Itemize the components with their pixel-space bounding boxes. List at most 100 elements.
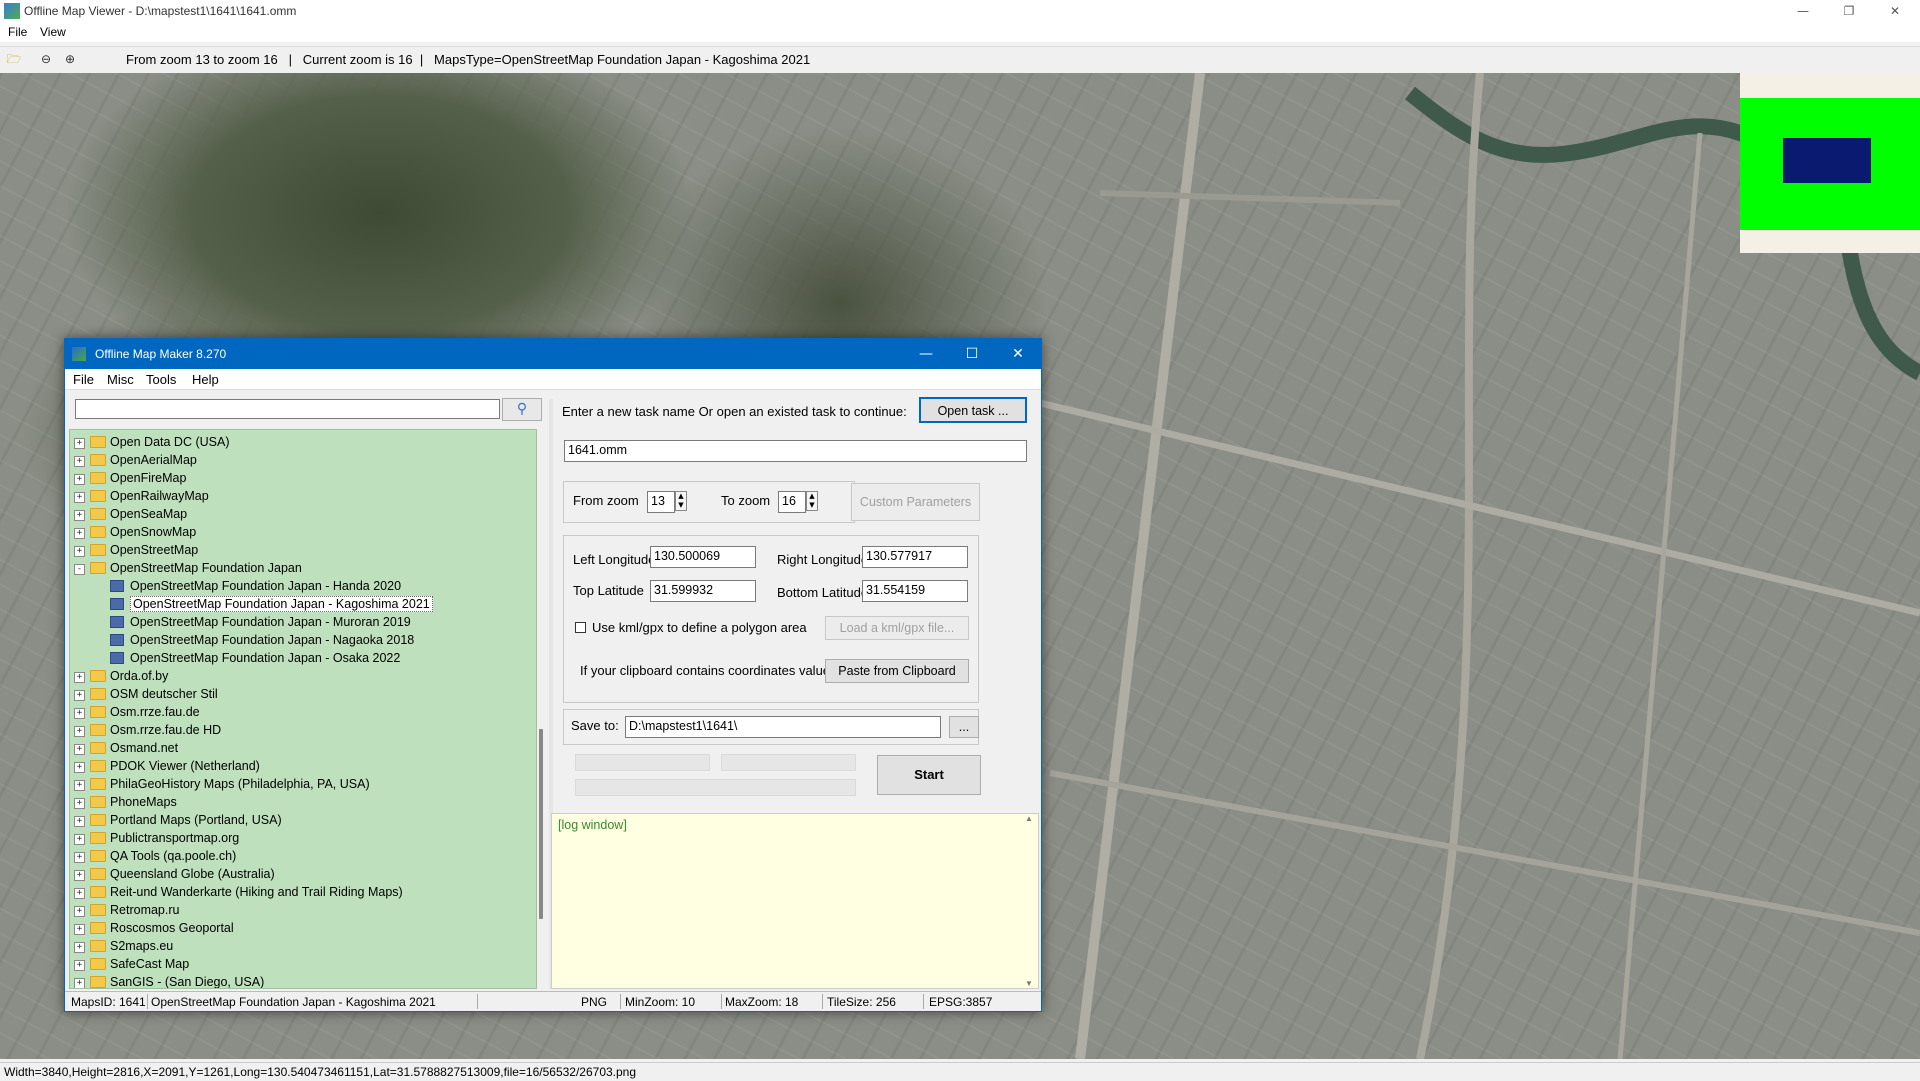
save-to-field[interactable]: D:\mapstest1\1641\ [625,716,941,738]
dialog-maximize-button[interactable]: ☐ [949,339,995,369]
tree-folder-item[interactable]: + PhoneMaps [70,794,536,812]
dialog-menu-tools[interactable]: Tools [146,372,176,387]
tree-folder-item[interactable]: + Publictransportmap.org [70,830,536,848]
right-longitude-field[interactable]: 130.577917 [862,546,968,568]
tree-folder-item[interactable]: + QA Tools (qa.poole.ch) [70,848,536,866]
start-button[interactable]: Start [877,755,981,795]
from-zoom-field[interactable]: 13 [647,491,675,513]
zoom-out-icon[interactable]: ⊖ [38,51,54,67]
expand-icon[interactable]: + [74,438,85,449]
expand-icon[interactable]: + [74,888,85,899]
search-button[interactable]: ⚲ [502,398,542,421]
tree-folder-item[interactable]: + S2maps.eu [70,938,536,956]
menu-file[interactable]: File [8,25,27,39]
maximize-button[interactable]: ❐ [1826,0,1872,22]
map-search-input[interactable] [75,399,500,419]
tree-folder-item[interactable]: + OpenFireMap [70,470,536,488]
to-zoom-stepper[interactable]: ▲ ▼ [806,491,818,511]
tree-folder-item[interactable]: + Osmand.net [70,740,536,758]
expand-icon[interactable]: + [74,924,85,935]
tree-folder-item[interactable]: - OpenStreetMap Foundation Japan [70,560,536,578]
tree-map-item[interactable]: OpenStreetMap Foundation Japan - Osaka 2… [70,650,536,668]
tree-folder-item[interactable]: + OpenSnowMap [70,524,536,542]
collapse-icon[interactable]: - [74,564,85,575]
map-source-tree[interactable]: + Open Data DC (USA) + OpenAerialMap + OpenFi… [69,429,537,989]
tree-folder-item[interactable]: + OpenAerialMap [70,452,536,470]
expand-icon[interactable]: + [74,960,85,971]
tree-folder-item[interactable]: + Reit-und Wanderkarte (Hiking and Trail … [70,884,536,902]
tree-folder-item[interactable]: + Osm.rrze.fau.de HD [70,722,536,740]
log-window[interactable]: [log window] [551,813,1039,989]
scroll-up-icon[interactable]: ▲ [1025,814,1033,823]
expand-icon[interactable]: + [74,780,85,791]
bottom-latitude-field[interactable]: 31.554159 [862,580,968,602]
expand-icon[interactable]: + [74,690,85,701]
tree-folder-item[interactable]: + Roscosmos Geoportal [70,920,536,938]
tree-folder-item[interactable]: + OpenRailwayMap [70,488,536,506]
tree-folder-item[interactable]: + OpenStreetMap [70,542,536,560]
overview-minimap[interactable] [1740,73,1920,253]
expand-icon[interactable]: + [74,546,85,557]
minimize-button[interactable]: — [1780,0,1826,22]
open-folder-icon[interactable]: 🗁 [6,51,22,67]
task-name-field[interactable]: 1641.omm [564,440,1027,462]
expand-icon[interactable]: + [74,978,85,988]
expand-icon[interactable]: + [74,816,85,827]
expand-icon[interactable]: + [74,474,85,485]
dialog-close-button[interactable]: ✕ [995,339,1041,369]
expand-icon[interactable]: + [74,744,85,755]
expand-icon[interactable]: + [74,834,85,845]
zoom-in-icon[interactable]: ⊕ [62,51,78,67]
browse-button[interactable]: ... [949,716,979,738]
left-longitude-field[interactable]: 130.500069 [650,546,756,568]
expand-icon[interactable]: + [74,762,85,773]
tree-folder-item[interactable]: + PhilaGeoHistory Maps (Philadelphia, PA,… [70,776,536,794]
scroll-down-icon[interactable]: ▼ [1025,979,1033,988]
to-zoom-field[interactable]: 16 [778,491,806,513]
tree-map-item[interactable]: OpenStreetMap Foundation Japan - Nagaoka… [70,632,536,650]
expand-icon[interactable]: + [74,672,85,683]
dialog-minimize-button[interactable]: — [903,339,949,369]
expand-icon[interactable]: + [74,456,85,467]
custom-parameters-button[interactable]: Custom Parameters [851,483,980,521]
expand-icon[interactable]: + [74,906,85,917]
expand-icon[interactable]: + [74,726,85,737]
tree-folder-item[interactable]: + Orda.of.by [70,668,536,686]
paste-clipboard-button[interactable]: Paste from Clipboard [825,659,969,683]
menu-view[interactable]: View [40,25,66,39]
dialog-menu-help[interactable]: Help [192,372,219,387]
dialog-menu-file[interactable]: File [73,372,94,387]
from-zoom-stepper[interactable]: ▲ ▼ [675,491,687,511]
log-scrollbar[interactable]: ▲ ▼ [1023,814,1037,988]
expand-icon[interactable]: + [74,708,85,719]
expand-icon[interactable]: + [74,528,85,539]
tree-folder-item[interactable]: + OSM deutscher Stil [70,686,536,704]
tree-folder-item[interactable]: + SafeCast Map [70,956,536,974]
tree-folder-item[interactable]: + Osm.rrze.fau.de [70,704,536,722]
load-kml-button[interactable]: Load a kml/gpx file... [825,616,969,640]
expand-icon[interactable]: + [74,852,85,863]
expand-icon[interactable]: + [74,798,85,809]
tree-folder-item[interactable]: + OpenSeaMap [70,506,536,524]
tree-map-item[interactable]: OpenStreetMap Foundation Japan - Handa 2… [70,578,536,596]
expand-icon[interactable]: + [74,492,85,503]
close-button[interactable]: ✕ [1872,0,1918,22]
tree-folder-item[interactable]: + Retromap.ru [70,902,536,920]
minimap-viewport[interactable] [1783,138,1871,183]
expand-icon[interactable]: + [74,942,85,953]
tree-folder-item[interactable]: + Portland Maps (Portland, USA) [70,812,536,830]
tree-folder-item[interactable]: + Queensland Globe (Australia) [70,866,536,884]
dialog-menu-misc[interactable]: Misc [107,372,134,387]
tree-map-item[interactable]: OpenStreetMap Foundation Japan - Kagoshi… [70,596,536,614]
tree-folder-item[interactable]: + Open Data DC (USA) [70,434,536,452]
tree-scrollbar[interactable] [537,429,547,987]
tree-folder-item[interactable]: + SanGIS - (San Diego, USA) [70,974,536,988]
top-latitude-field[interactable]: 31.599932 [650,580,756,602]
tree-scroll-thumb[interactable] [539,729,543,919]
tree-folder-item[interactable]: + PDOK Viewer (Netherland) [70,758,536,776]
kml-checkbox[interactable] [575,622,586,633]
open-task-button[interactable]: Open task ... [919,397,1027,423]
tree-map-item[interactable]: OpenStreetMap Foundation Japan - Muroran… [70,614,536,632]
expand-icon[interactable]: + [74,870,85,881]
expand-icon[interactable]: + [74,510,85,521]
